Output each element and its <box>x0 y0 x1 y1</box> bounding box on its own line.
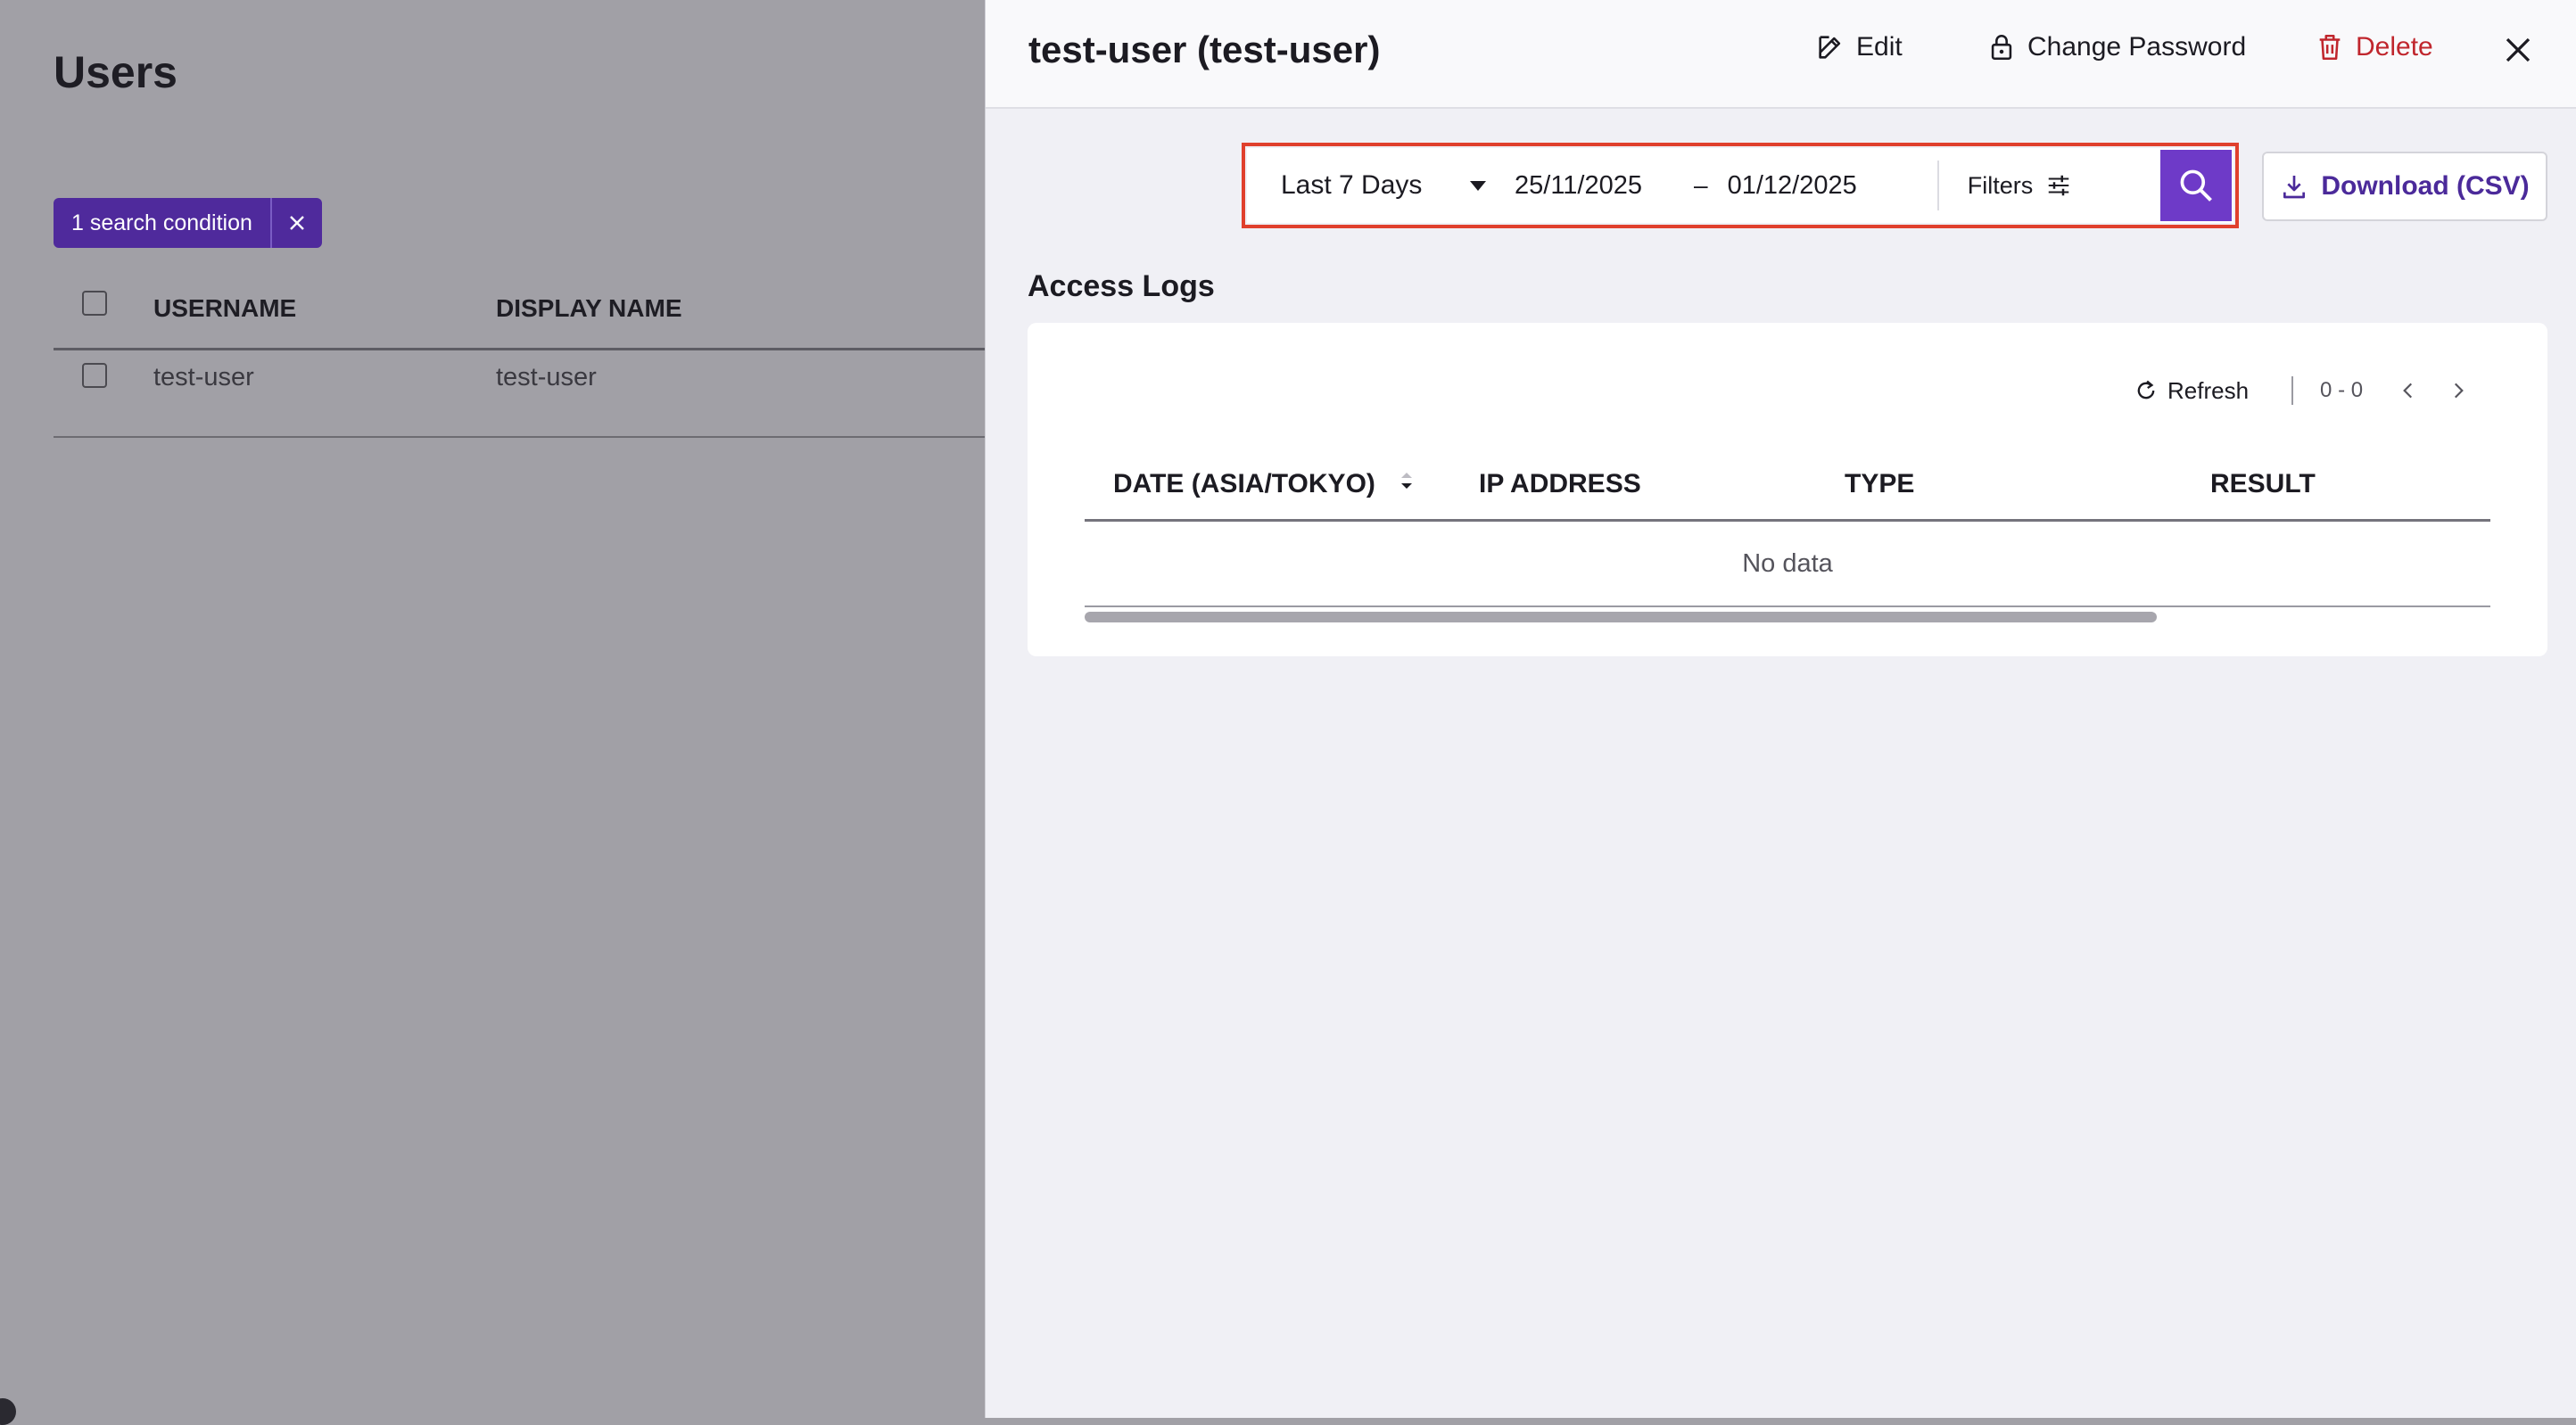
delete-button[interactable]: Delete <box>2315 32 2433 62</box>
column-ip-address[interactable]: IP ADDRESS <box>1479 469 1641 499</box>
empty-state: No data <box>1085 522 2490 607</box>
sort-icon[interactable] <box>1397 465 1416 498</box>
table-row[interactable]: test-user test-user <box>54 350 985 438</box>
close-icon <box>290 216 304 230</box>
filters-label: Filters <box>1967 171 2034 199</box>
chevron-right-icon[interactable] <box>2447 379 2470 402</box>
access-logs-header: DATE (ASIA/TOKYO) IP ADDRESS TYPE RESULT <box>1085 448 2490 522</box>
period-select[interactable]: Last 7 Days <box>1247 170 1515 201</box>
edit-button[interactable]: Edit <box>1815 32 1903 62</box>
filter-sliders-icon <box>2048 175 2069 196</box>
chevron-left-icon[interactable] <box>2397 379 2420 402</box>
search-button[interactable] <box>2160 150 2232 221</box>
change-password-label: Change Password <box>2027 32 2247 62</box>
search-condition-label: 1 search condition <box>71 210 252 235</box>
date-to-input[interactable]: 01/12/2025 <box>1728 171 1857 201</box>
column-type[interactable]: TYPE <box>1845 469 1914 499</box>
date-range-separator: – <box>1694 171 1708 199</box>
select-all-checkbox[interactable] <box>82 291 107 316</box>
username-cell: test-user <box>153 363 254 391</box>
caret-down-icon <box>1470 180 1486 191</box>
access-logs-table: DATE (ASIA/TOKYO) IP ADDRESS TYPE RESULT… <box>1085 448 2490 622</box>
change-password-button[interactable]: Change Password <box>1986 32 2246 62</box>
page-range: 0 - 0 <box>2320 378 2364 402</box>
column-username[interactable]: USERNAME <box>153 294 296 323</box>
clear-condition-button[interactable] <box>269 198 322 248</box>
users-table-header: USERNAME DISPLAY NAME <box>54 276 985 350</box>
filters-button[interactable]: Filters <box>1936 161 2073 210</box>
column-date[interactable]: DATE (ASIA/TOKYO) <box>1113 469 1375 499</box>
page-title: Users <box>54 47 178 97</box>
refresh-label: Refresh <box>2167 376 2250 404</box>
lock-icon <box>1991 35 2012 61</box>
edit-label: Edit <box>1856 32 1903 62</box>
column-result[interactable]: RESULT <box>2210 469 2316 499</box>
users-page-background: Users 1 search condition USERNAME DISPLA… <box>0 0 985 1425</box>
toolbar-divider <box>2291 376 2294 405</box>
trash-icon <box>2319 34 2341 61</box>
display-name-cell: test-user <box>496 363 597 391</box>
row-checkbox[interactable] <box>82 363 107 388</box>
drawer-header: test-user (test-user) Edit Change Passwo… <box>986 0 2576 109</box>
floating-handle[interactable] <box>0 1398 16 1425</box>
horizontal-scrollbar[interactable] <box>1085 612 2157 622</box>
download-csv-label: Download (CSV) <box>2321 171 2530 201</box>
refresh-button[interactable]: Refresh <box>2134 377 2249 405</box>
delete-label: Delete <box>2356 32 2433 62</box>
edit-icon <box>1819 36 1841 59</box>
date-from-input[interactable]: 25/11/2025 <box>1515 171 1642 201</box>
period-select-value: Last 7 Days <box>1281 170 1423 200</box>
search-icon <box>2180 169 2212 202</box>
logs-toolbar: Refresh 0 - 0 <box>2134 376 2470 405</box>
users-table: USERNAME DISPLAY NAME test-user test-use… <box>54 276 985 438</box>
refresh-icon <box>2137 380 2155 399</box>
download-csv-button[interactable]: Download (CSV) <box>2262 152 2547 221</box>
column-display-name[interactable]: DISPLAY NAME <box>496 294 682 323</box>
access-logs-card: Refresh 0 - 0 DATE (ASIA/TOKYO) IP ADDRE… <box>1028 323 2547 656</box>
search-condition-chip[interactable]: 1 search condition <box>54 198 322 248</box>
date-filter-bar: Last 7 Days 25/11/2025 – 01/12/2025 Filt… <box>1247 148 2233 223</box>
close-icon[interactable] <box>2502 34 2534 66</box>
download-icon <box>2283 176 2306 199</box>
drawer-title: test-user (test-user) <box>1028 29 1381 70</box>
access-logs-title: Access Logs <box>1028 269 1215 303</box>
